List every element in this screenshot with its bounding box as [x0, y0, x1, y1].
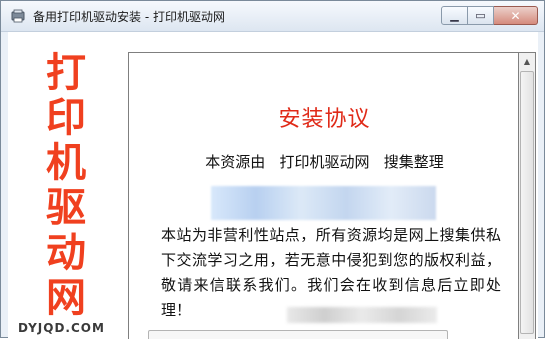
close-icon: ✕: [510, 8, 521, 23]
client-area: 打 印 机 驱 动 网 DYJQD.COM 安装协议 本资源由 打印机驱动网 搜…: [8, 32, 538, 339]
agreement-subtitle: 本资源由 打印机驱动网 搜集整理: [205, 153, 444, 171]
minimize-icon: ▁: [450, 9, 459, 22]
close-button[interactable]: ✕: [494, 6, 538, 25]
installer-window: 备用打印机驱动安装 - 打印机驱动网 ▁ ▭ ✕ 打 印 机 驱 动 网 DYJ…: [0, 0, 545, 339]
logo-char: 网: [46, 275, 86, 321]
app-icon: [11, 9, 25, 23]
logo-char: 印: [46, 95, 86, 141]
window-title: 备用打印机驱动安装 - 打印机驱动网: [33, 10, 225, 24]
logo-char: 打: [46, 50, 86, 96]
logo-panel: 打 印 机 驱 动 网 DYJQD.COM: [8, 32, 124, 339]
scroll-up-arrow-icon[interactable]: ▲: [519, 53, 535, 70]
minimize-button[interactable]: ▁: [441, 6, 468, 25]
maximize-icon: ▭: [475, 9, 486, 22]
title-bar[interactable]: 备用打印机驱动安装 - 打印机驱动网 ▁ ▭ ✕: [1, 1, 544, 32]
caption-buttons: ▁ ▭ ✕: [441, 6, 538, 26]
maximize-button[interactable]: ▭: [468, 6, 494, 25]
scroll-thumb[interactable]: [520, 71, 534, 334]
vertical-scrollbar[interactable]: ▲: [519, 52, 536, 339]
redacted-contact: [287, 307, 437, 323]
brand-url: DYJQD.COM: [18, 321, 105, 335]
agreement-textbox[interactable]: 安装协议 本资源由 打印机驱动网 搜集整理 本站为非营利性站点，所有资源均是网上…: [128, 52, 519, 339]
logo-char: 机: [46, 140, 86, 186]
redacted-link: [211, 186, 436, 220]
logo-char: 驱: [46, 185, 86, 231]
logo-char: 动: [46, 230, 86, 276]
agreement-title: 安装协议: [278, 107, 371, 132]
